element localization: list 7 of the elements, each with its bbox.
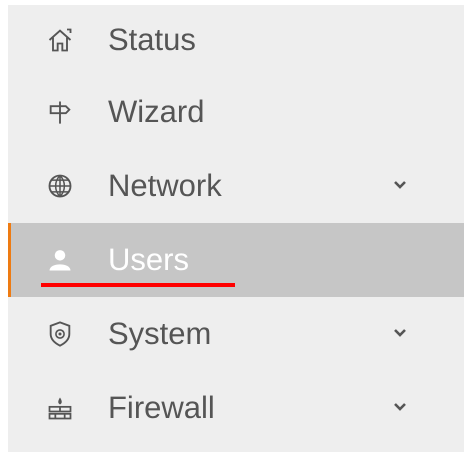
menu-item[interactable]: Status bbox=[8, 5, 464, 75]
menu-item[interactable]: Wizard bbox=[8, 75, 464, 149]
menu-item[interactable]: Firewall bbox=[8, 371, 464, 445]
menu-item[interactable]: Network bbox=[8, 149, 464, 223]
home-icon bbox=[46, 26, 74, 54]
globe-icon bbox=[46, 172, 74, 200]
menu-item[interactable]: System bbox=[8, 297, 464, 371]
